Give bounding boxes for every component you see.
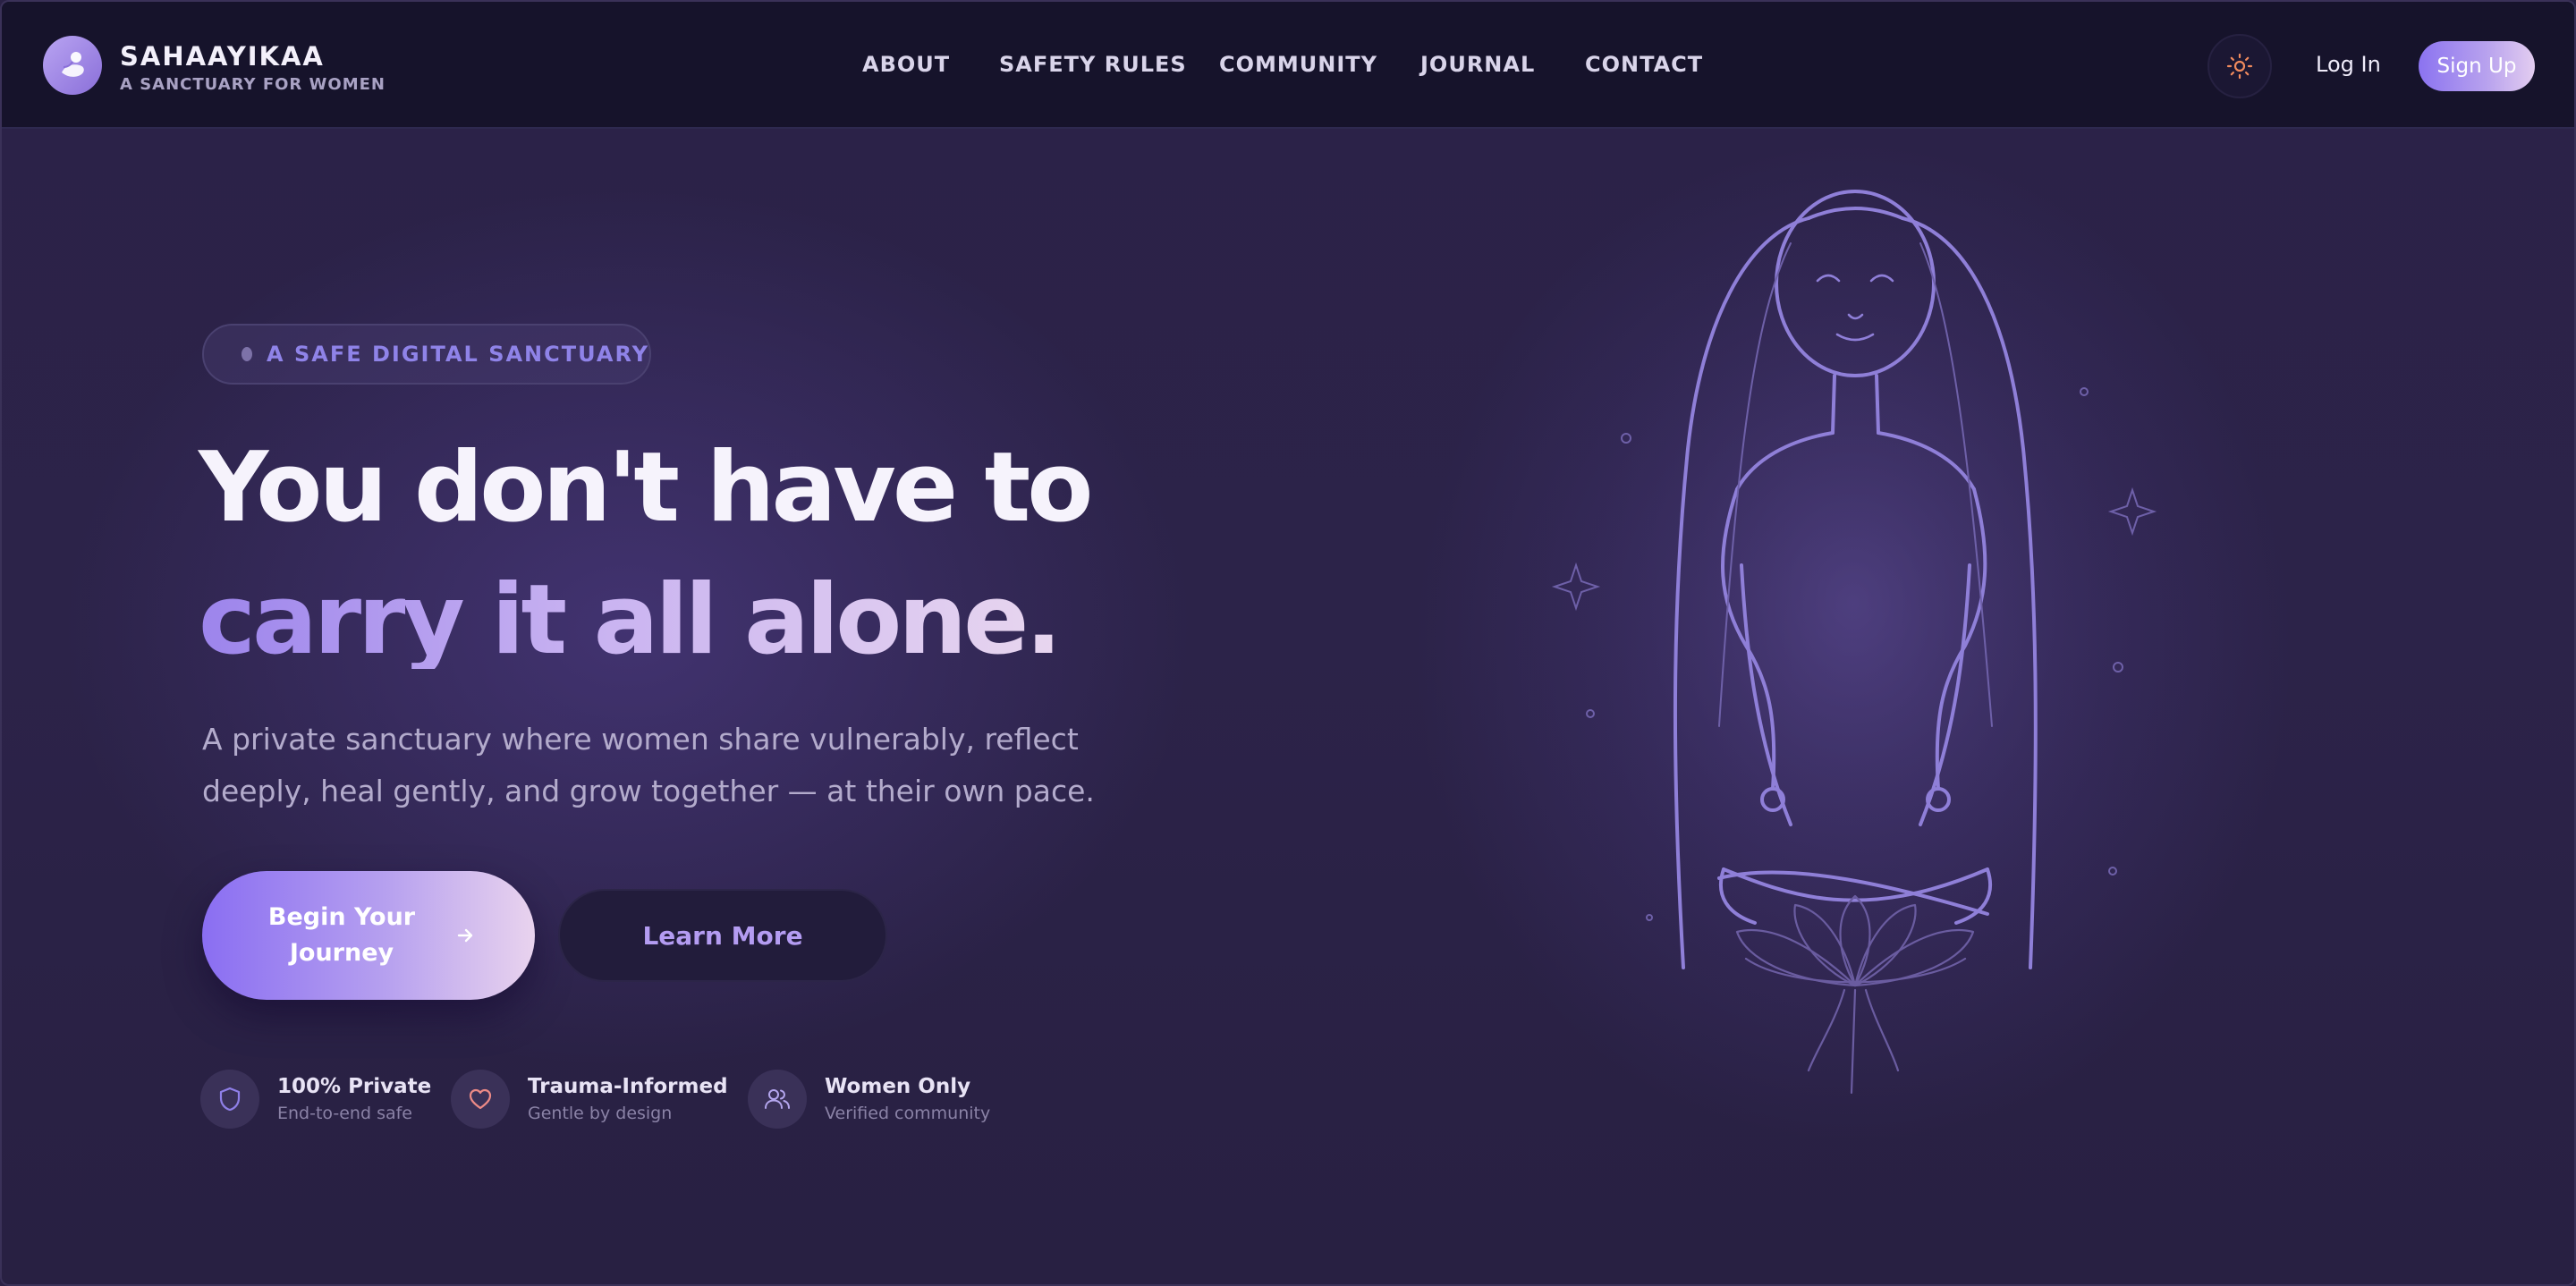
- hero-badge-text: A SAFE DIGITAL SANCTUARY: [267, 342, 649, 367]
- begin-journey-button[interactable]: Begin Your Journey: [202, 871, 535, 1000]
- feature-private: 100% Private End-to-end safe: [200, 1070, 431, 1129]
- users-icon: [748, 1070, 807, 1129]
- feature-subtitle: End-to-end safe: [277, 1104, 412, 1123]
- meditating-woman-illustration: [1522, 190, 2193, 1095]
- hero-subtitle: A private sanctuary where women share vu…: [202, 722, 1095, 808]
- page: SAHAAYIKAA A SANCTUARY FOR WOMEN ABOUT S…: [0, 0, 2576, 1286]
- learn-more-button[interactable]: Learn More: [558, 889, 887, 982]
- feature-subtitle: Gentle by design: [528, 1104, 673, 1123]
- nav-link-safety-rules[interactable]: SAFETY RULES: [999, 52, 1187, 77]
- nav-link-community[interactable]: COMMUNITY: [1219, 52, 1377, 77]
- feature-women-only: Women Only Verified community: [748, 1070, 990, 1129]
- nav-link-about[interactable]: ABOUT: [862, 52, 950, 77]
- hero-headline-line1: You don't have to: [199, 432, 1093, 544]
- hero-headline-line2: carry it all alone.: [199, 564, 1062, 676]
- feature-title: 100% Private: [277, 1075, 432, 1098]
- sun-icon: [2226, 53, 2253, 80]
- shield-icon: [200, 1070, 259, 1129]
- logo-icon[interactable]: [43, 36, 102, 95]
- brand-tagline: A SANCTUARY FOR WOMEN: [120, 75, 386, 94]
- arrow-right-icon: [457, 928, 473, 943]
- feature-title: Women Only: [825, 1075, 971, 1098]
- signup-button[interactable]: Sign Up: [2419, 41, 2535, 91]
- feature-subtitle: Verified community: [825, 1104, 991, 1123]
- nav-link-contact[interactable]: CONTACT: [1585, 52, 1703, 77]
- login-link[interactable]: Log In: [2316, 52, 2381, 77]
- theme-toggle-button[interactable]: [2207, 34, 2272, 98]
- nav-link-journal[interactable]: JOURNAL: [1420, 52, 1535, 77]
- badge-dot-icon: [242, 347, 253, 361]
- brand-name[interactable]: SAHAAYIKAA: [120, 41, 325, 72]
- feature-trauma-informed: Trauma-Informed Gentle by design: [451, 1070, 728, 1129]
- begin-journey-label: Begin Your Journey: [267, 903, 416, 967]
- top-navbar: SAHAAYIKAA A SANCTUARY FOR WOMEN ABOUT S…: [2, 2, 2574, 129]
- heart-icon: [451, 1070, 510, 1129]
- feature-title: Trauma-Informed: [528, 1075, 728, 1098]
- hero-badge: A SAFE DIGITAL SANCTUARY: [202, 324, 651, 385]
